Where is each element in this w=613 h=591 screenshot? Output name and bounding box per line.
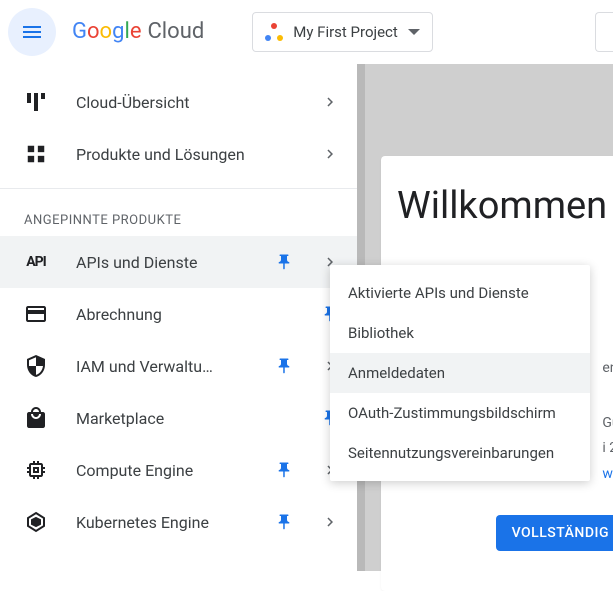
apis-submenu: Aktivierte APIs und Dienste Bibliothek A… xyxy=(330,265,590,481)
sidebar-item-label: Cloud-Übersicht xyxy=(76,93,293,112)
chevron-right-icon xyxy=(321,513,339,531)
project-picker[interactable]: My First Project xyxy=(252,12,433,52)
sidebar-item-compute[interactable]: Compute Engine xyxy=(0,444,357,496)
submenu-item-credentials[interactable]: Anmeldedaten xyxy=(330,353,590,393)
sidebar-item-label: Produkte und Lösungen xyxy=(76,145,293,164)
project-icon xyxy=(265,23,283,41)
sidebar-item-kubernetes[interactable]: Kubernetes Engine xyxy=(0,496,357,548)
welcome-link[interactable]: we xyxy=(602,466,613,482)
primary-button[interactable]: VOLLSTÄNDIG xyxy=(496,515,613,551)
hamburger-icon xyxy=(20,20,44,44)
sidebar: Cloud-Übersicht Produkte und Lösungen AN… xyxy=(0,64,357,571)
submenu-item-oauth-consent[interactable]: OAuth-Zustimmungsbildschirm xyxy=(330,393,590,433)
caret-down-icon xyxy=(408,29,420,35)
sidebar-section-title: ANGEPINNTE PRODUKTE xyxy=(0,197,357,236)
sidebar-item-label: IAM und Verwaltu… xyxy=(76,357,247,376)
compute-icon xyxy=(24,458,48,482)
overview-icon xyxy=(24,90,48,114)
sidebar-item-label: Marketplace xyxy=(76,409,293,428)
kubernetes-icon xyxy=(24,510,48,534)
logo-cloud-text: Cloud xyxy=(147,19,204,44)
sidebar-item-label: Abrechnung xyxy=(76,305,293,324)
welcome-title: Willkommen xyxy=(397,184,613,228)
iam-icon xyxy=(24,354,48,378)
divider xyxy=(0,188,357,189)
sidebar-item-iam[interactable]: IAM und Verwaltu… xyxy=(0,340,357,392)
header-right-button[interactable] xyxy=(595,12,613,52)
pin-icon[interactable] xyxy=(275,357,293,375)
marketplace-icon xyxy=(24,406,48,430)
project-name: My First Project xyxy=(293,23,398,41)
sidebar-item-marketplace[interactable]: Marketplace xyxy=(0,392,357,444)
products-icon xyxy=(24,142,48,166)
menu-button[interactable] xyxy=(8,8,56,56)
pin-icon[interactable] xyxy=(275,253,293,271)
sidebar-item-products[interactable]: Produkte und Lösungen xyxy=(0,128,357,180)
sidebar-item-apis[interactable]: API APIs und Dienste xyxy=(0,236,357,288)
google-cloud-logo[interactable]: Google Cloud xyxy=(72,19,204,44)
sidebar-item-label: APIs und Dienste xyxy=(76,253,247,272)
submenu-item-enabled-apis[interactable]: Aktivierte APIs und Dienste xyxy=(330,273,590,313)
pin-icon[interactable] xyxy=(275,461,293,479)
welcome-meta: en Gu i 20 we xyxy=(602,356,613,487)
api-icon: API xyxy=(24,250,48,274)
pin-icon[interactable] xyxy=(275,513,293,531)
billing-icon xyxy=(24,302,48,326)
sidebar-item-label: Kubernetes Engine xyxy=(76,513,247,532)
sidebar-item-billing[interactable]: Abrechnung xyxy=(0,288,357,340)
sidebar-item-label: Compute Engine xyxy=(76,461,247,480)
chevron-right-icon xyxy=(321,145,339,163)
sidebar-item-overview[interactable]: Cloud-Übersicht xyxy=(0,76,357,128)
chevron-right-icon xyxy=(321,93,339,111)
submenu-item-page-usage[interactable]: Seitennutzungsvereinbarungen xyxy=(330,433,590,473)
submenu-item-library[interactable]: Bibliothek xyxy=(330,313,590,353)
